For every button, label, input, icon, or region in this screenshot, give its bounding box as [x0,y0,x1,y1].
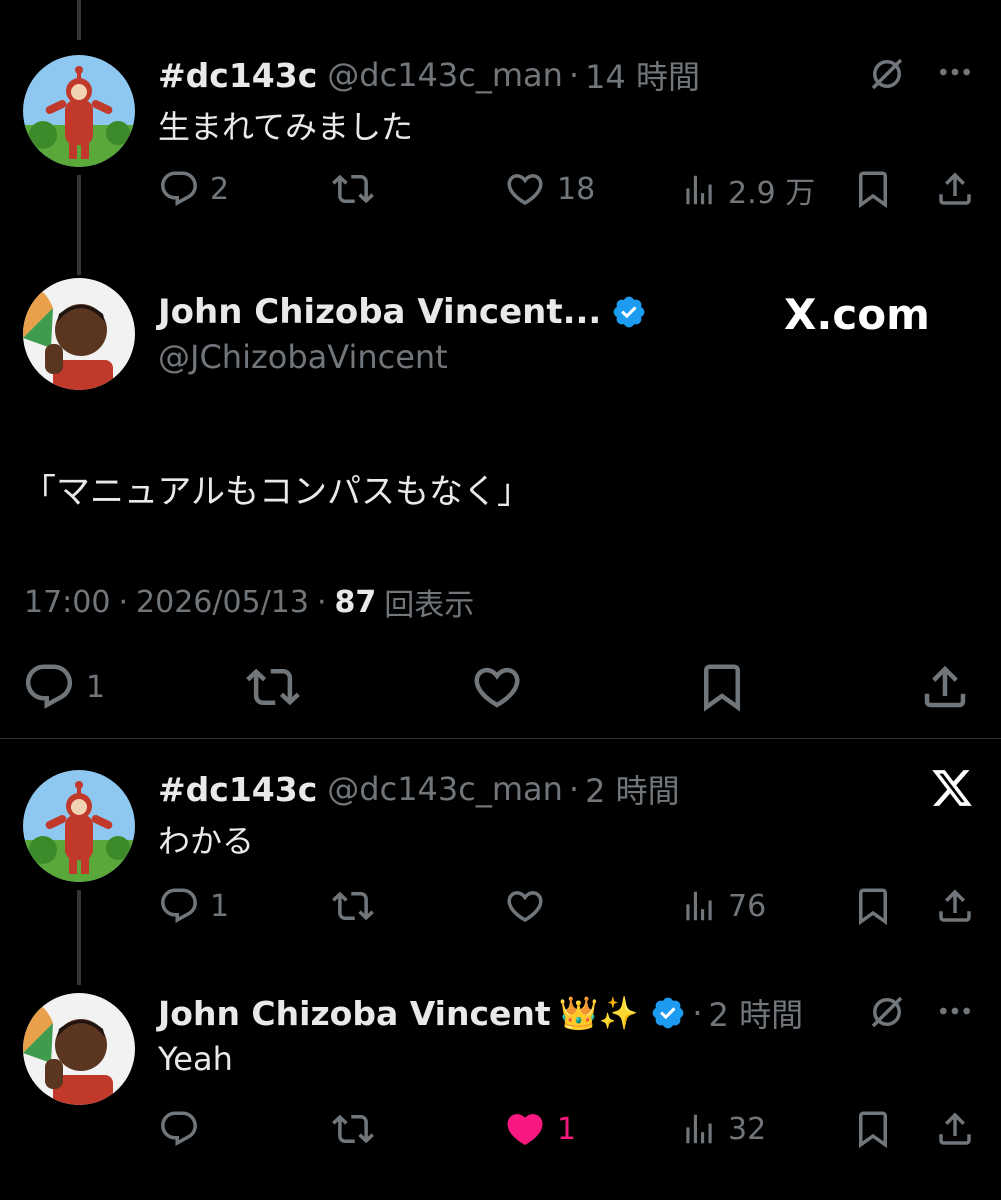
reply2-share-button[interactable] [934,1108,976,1150]
main-author-name[interactable]: John Chizoba Vincent... [158,292,601,332]
divider [0,738,1001,739]
thread-line-top [77,0,81,40]
share-icon [934,1108,976,1150]
reply1-bookmark-button[interactable] [852,885,894,927]
reply2-text: Yeah [158,1040,233,1078]
reply2-bookmark-button[interactable] [852,1108,894,1150]
reply2-emoji: 👑✨ [558,994,639,1032]
verified-icon [611,294,647,330]
main-bookmark-button[interactable] [695,660,749,714]
reply-icon [22,660,76,714]
avatar-john[interactable] [23,278,135,390]
bookmark-icon [852,885,894,927]
main-reply-button[interactable]: 1 [22,660,105,714]
retweet-icon [330,168,376,210]
post1-grok-icon[interactable] [866,53,908,99]
reply1-view-count: 76 [728,888,767,924]
post1-text: 生まれてみました [158,108,414,146]
bookmark-icon [695,660,749,714]
main-author-handle[interactable]: @JChizobaVincent [158,338,448,376]
avatar-dc143c-reply[interactable] [23,770,135,882]
reply1-share-button[interactable] [934,885,976,927]
post1-author-name[interactable]: #dc143c [158,56,317,95]
reply1-like-button[interactable] [503,885,547,927]
reply2-view-count: 32 [728,1111,767,1147]
thread-line-1 [77,175,81,275]
reply1-sep: · [568,770,580,808]
reply1-views-button[interactable]: 76 [680,885,766,927]
main-post-view-label: 回表示 [384,588,475,623]
verified-icon [650,995,686,1031]
share-icon [918,660,972,714]
reply2-views-button[interactable]: 32 [680,1108,766,1150]
reply2-author-name[interactable]: John Chizoba Vincent [158,994,551,1033]
reply2-like-count: 1 [557,1111,577,1147]
reply-icon [158,168,200,210]
reply1-author-name[interactable]: #dc143c [158,770,317,809]
main-post-date: 2026/05/13 [136,584,309,620]
reply1-retweet-button[interactable] [330,885,376,927]
avatar-john-reply[interactable] [23,993,135,1105]
heart-icon [503,168,547,210]
post1-like-count: 18 [557,171,596,207]
post1-sep: · [568,56,580,94]
thread-line-2 [77,890,81,985]
post1-bookmark-button[interactable] [852,168,894,210]
post1-share-button[interactable] [934,168,976,210]
views-icon [680,1108,718,1150]
post1-reply-button[interactable]: 2 [158,168,229,210]
heart-filled-icon [503,1108,547,1150]
post1-view-count: 2.9 万 [728,176,816,211]
reply1-author-handle[interactable]: @dc143c_man [327,770,563,808]
views-icon [680,885,718,927]
reply2-like-button[interactable]: 1 [503,1108,576,1150]
heart-icon [469,660,525,714]
reply1-reply-button[interactable]: 1 [158,885,229,927]
main-post-text: 「マニュアルもコンパスもなく」 [22,472,531,512]
post1-time[interactable]: 14 時間 [585,52,700,98]
retweet-icon [244,660,302,714]
main-post-sep1: · [118,584,129,620]
main-post-time: 17:00 [24,584,111,620]
reply-icon [158,1108,200,1150]
heart-icon [503,885,547,927]
main-post-sep2: · [316,584,327,620]
x-logo-icon [930,766,974,814]
reply2-retweet-button[interactable] [330,1108,376,1150]
reply1-time[interactable]: 2 時間 [585,766,680,812]
share-icon [934,168,976,210]
reply1-text: わかる [158,822,255,860]
retweet-icon [330,1108,376,1150]
main-post-view-count: 87 [334,584,377,620]
bookmark-icon [852,168,894,210]
avatar-dc143c[interactable] [23,55,135,167]
x-com-badge: X.com [784,290,930,339]
post1-retweet-button[interactable] [330,168,376,210]
x-com-badge-text: X.com [784,290,930,339]
post1-reply-count: 2 [210,171,230,207]
reply2-reply-button[interactable] [158,1108,200,1150]
bookmark-icon [852,1108,894,1150]
main-share-button[interactable] [918,660,972,714]
main-reply-count: 1 [86,669,106,705]
main-retweet-button[interactable] [244,660,302,714]
reply2-time[interactable]: 2 時間 [709,990,804,1036]
main-like-button[interactable] [469,660,525,714]
reply2-grok-icon[interactable] [866,991,908,1037]
post1-like-button[interactable]: 18 [503,168,595,210]
reply2-sep: · [692,994,703,1032]
retweet-icon [330,885,376,927]
reply-icon [158,885,200,927]
reply2-more-icon[interactable] [935,991,975,1035]
post1-more-icon[interactable] [935,52,975,96]
views-icon [680,169,718,211]
share-icon [934,885,976,927]
reply1-reply-count: 1 [210,888,230,924]
post1-author-handle[interactable]: @dc143c_man [327,56,563,94]
post1-views-button[interactable]: 2.9 万 [680,168,815,212]
